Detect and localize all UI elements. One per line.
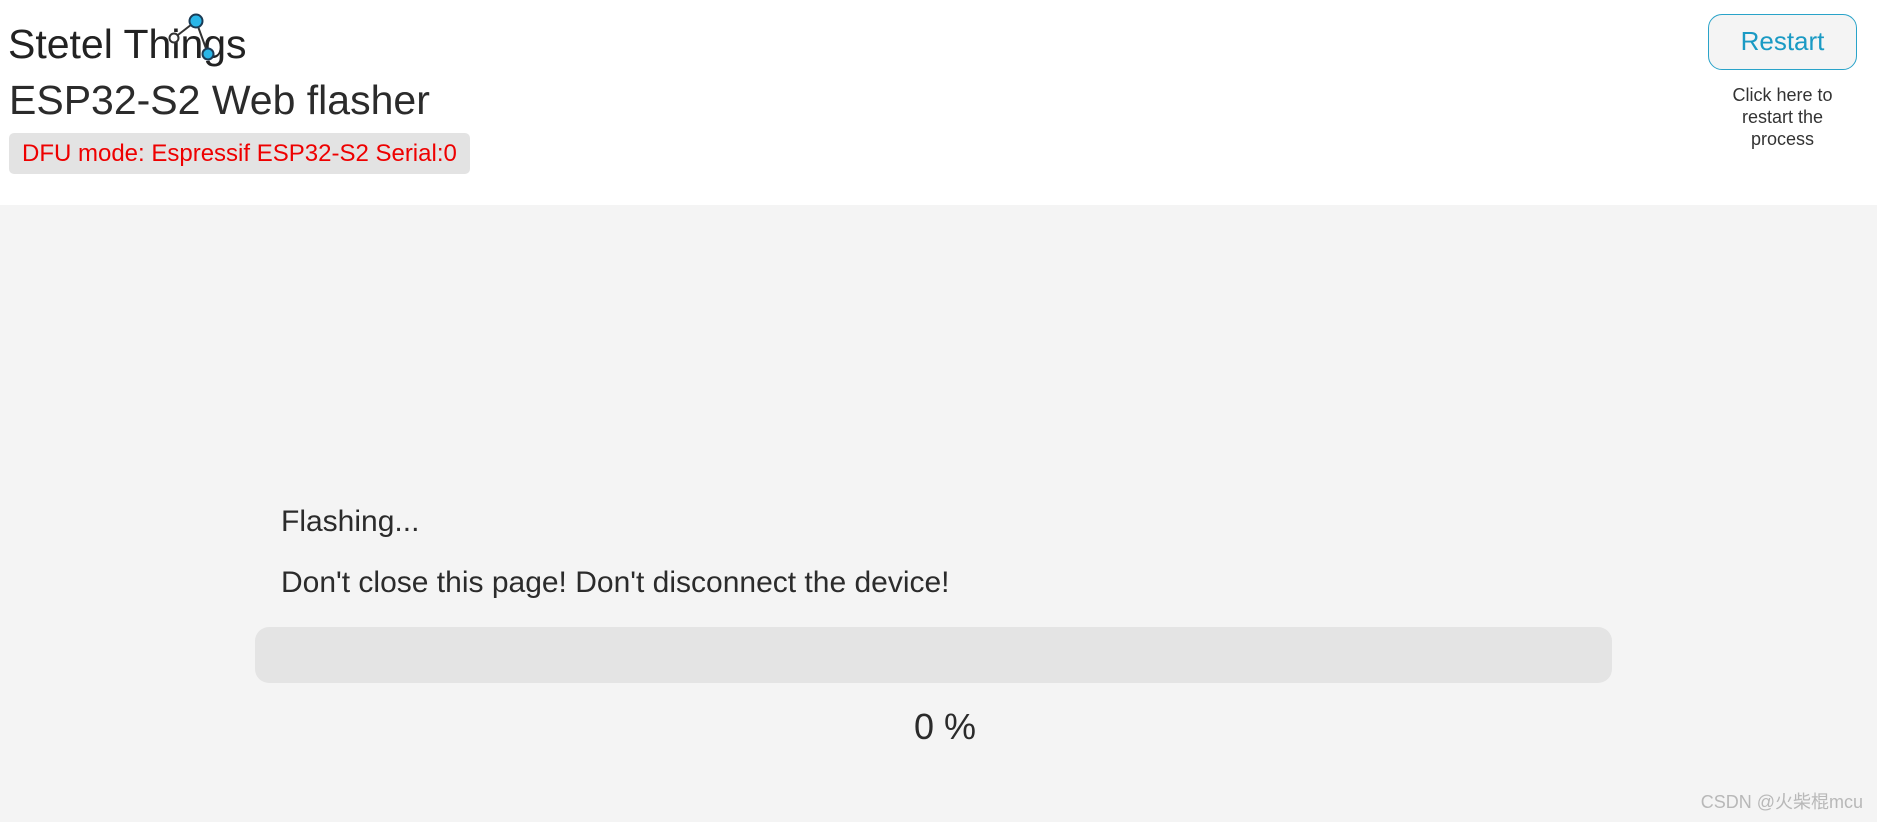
- flashing-status-text: Flashing...: [281, 505, 420, 538]
- warning-text: Don't close this page! Don't disconnect …: [281, 566, 950, 599]
- watermark: CSDN @火柴棍mcu: [1700, 792, 1863, 812]
- progress-percent-text: 0 %: [913, 706, 977, 747]
- dfu-status-badge: DFU mode: Espressif ESP32-S2 Serial:0: [9, 133, 470, 174]
- header: Stetel Things ESP32-S2 Web flasher DFU m…: [0, 0, 1877, 205]
- progress-bar: [255, 627, 1612, 683]
- network-nodes-icon: [168, 13, 215, 61]
- restart-button[interactable]: Restart: [1708, 14, 1857, 70]
- page-title: ESP32-S2 Web flasher: [9, 77, 430, 123]
- restart-hint-text: Click here to restart the process: [1732, 85, 1833, 149]
